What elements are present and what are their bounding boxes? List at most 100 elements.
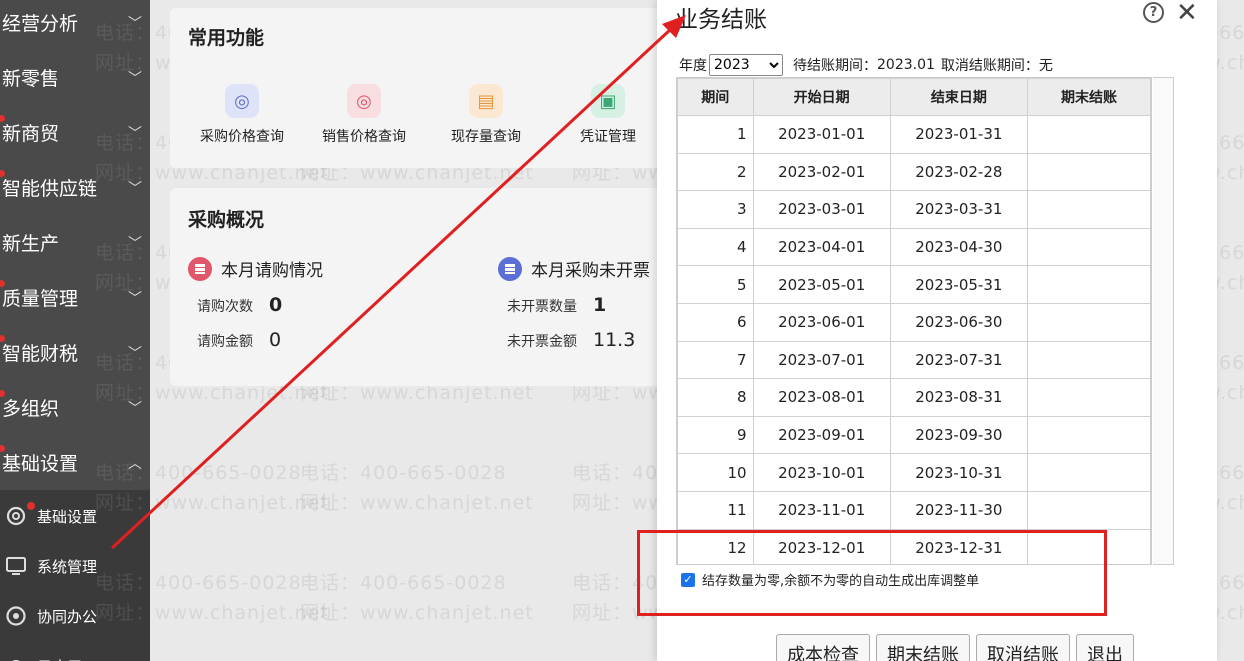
sidebar-item-8[interactable]: 基础设置 ︿: [0, 435, 150, 490]
table-cell-period: 8: [677, 378, 754, 417]
closing-toolbar: 年度 2023 待结账期间： 2023.01 取消结账期间： 无: [679, 54, 1053, 76]
purchase-overview-card: 采购概况 本月请购情况 请购次数 0 请购金额 0 本月采购未开票 未开票数量 1 未开票金额 1…: [170, 188, 660, 386]
table-row[interactable]: 8 2023-08-01 2023-08-31: [677, 378, 1151, 417]
table-cell-period: 9: [677, 415, 754, 455]
submenu-item-2[interactable]: 协同办公: [0, 592, 150, 640]
cancel-close-button[interactable]: 取消结账: [976, 634, 1070, 661]
table-cell-period: 4: [677, 227, 754, 267]
gear-icon: [2, 502, 30, 530]
stat-value: 0: [269, 329, 282, 351]
column-header[interactable]: 期间: [677, 78, 754, 116]
sidebar-item-1[interactable]: 新零售 ﹀: [0, 50, 150, 105]
sidebar-item-label: 新零售: [2, 68, 60, 90]
shortcut-label: 采购价格查询: [200, 129, 284, 145]
stat-row: 请购次数 0: [197, 294, 282, 316]
stat-row: 未开票金额 11.3: [507, 329, 635, 351]
sidebar-item-label: 新生产: [2, 233, 60, 255]
submenu-item-1[interactable]: 系统管理: [0, 542, 150, 590]
stat-section-title: 本月请购情况: [221, 261, 323, 281]
table-cell-start: 2023-06-01: [752, 302, 891, 342]
shortcut-0[interactable]: ◎ 采购价格查询: [187, 84, 297, 146]
shortcut-1[interactable]: ◎ 销售价格查询: [309, 84, 419, 146]
shortcut-label: 销售价格查询: [322, 129, 406, 145]
table-cell-end: 2023-05-31: [889, 265, 1028, 304]
stat-key: 请购金额: [197, 334, 253, 350]
table-cell-end: 2023-04-30: [889, 227, 1028, 267]
sidebar-item-5[interactable]: 质量管理 ﹀: [0, 270, 150, 325]
exit-button[interactable]: 退出: [1076, 634, 1134, 661]
annotation-highlight-box: [637, 530, 1107, 616]
close-icon[interactable]: ✕: [1176, 0, 1198, 28]
cost-check-button[interactable]: 成本检查: [776, 634, 870, 661]
table-row[interactable]: 1 2023-01-01 2023-01-31: [677, 115, 1151, 154]
sidebar-item-2[interactable]: 新商贸 ﹀: [0, 105, 150, 160]
year-select[interactable]: 2023: [709, 54, 783, 76]
shortcut-3[interactable]: ▣ 凭证管理: [553, 84, 663, 146]
table-row[interactable]: 2 2023-02-01 2023-02-28: [677, 152, 1151, 192]
table-row[interactable]: 10 2023-10-01 2023-10-31: [677, 453, 1151, 492]
column-header[interactable]: 开始日期: [752, 78, 891, 116]
sidebar-item-4[interactable]: 新生产 ﹀: [0, 215, 150, 270]
dialog-buttons: 成本检查 期末结账 取消结账 退出: [776, 634, 1140, 661]
sidebar-item-label: 基础设置: [2, 453, 79, 475]
table-row[interactable]: 4 2023-04-01 2023-04-30: [677, 227, 1151, 267]
pending-period-value: 2023.01: [877, 57, 935, 73]
table-cell-period: 3: [677, 190, 754, 229]
stat-value: 11.3: [593, 329, 636, 351]
submenu-item-3[interactable]: 云应用: [0, 642, 150, 661]
stat-value: 1: [593, 294, 607, 316]
help-icon[interactable]: ?: [1143, 2, 1164, 23]
shortcut-2[interactable]: ▤ 现存量查询: [431, 84, 541, 146]
submenu-item-label: 协同办公: [37, 607, 98, 626]
sidebar-item-0[interactable]: 经营分析 ﹀: [0, 0, 150, 50]
table-cell-closed: [1026, 340, 1151, 380]
table-cell-end: 2023-01-31: [889, 115, 1028, 154]
table-cell-period: 2: [677, 152, 754, 192]
sidebar: 经营分析 ﹀ 新零售 ﹀ 新商贸 ﹀ 智能供应链 ﹀ 新生产 ﹀ 质量管理 ﹀ 智能财税 ﹀ 多组织 ﹀ 基础设…: [0, 0, 150, 661]
sidebar-item-7[interactable]: 多组织 ﹀: [0, 380, 150, 435]
watermark-phone: 电话：400-665-0028: [300, 572, 507, 594]
sidebar-item-3[interactable]: 智能供应链 ﹀: [0, 160, 150, 215]
table-row[interactable]: 3 2023-03-01 2023-03-31: [677, 190, 1151, 229]
column-header[interactable]: 期末结账: [1026, 78, 1151, 116]
table-cell-closed: [1026, 453, 1151, 492]
table-row[interactable]: 5 2023-05-01 2023-05-31: [677, 265, 1151, 304]
table-cell-end: 2023-08-31: [889, 378, 1028, 417]
chevron-down-icon: ﹀: [128, 180, 142, 197]
chevron-down-icon: ﹀: [128, 125, 142, 142]
table-cell-closed: [1026, 190, 1151, 229]
sidebar-item-6[interactable]: 智能财税 ﹀: [0, 325, 150, 380]
table-cell-start: 2023-09-01: [752, 415, 891, 455]
submenu-item-label: 基础设置: [37, 507, 98, 526]
chat-icon: [2, 602, 30, 630]
table-cell-start: 2023-05-01: [752, 265, 891, 304]
common-functions-title: 常用功能: [188, 27, 265, 49]
shortcut-label: 现存量查询: [451, 129, 521, 145]
table-row[interactable]: 6 2023-06-01 2023-06-30: [677, 302, 1151, 342]
monitor-icon: [2, 552, 30, 580]
table-cell-start: 2023-08-01: [752, 378, 891, 417]
table-scrollbar[interactable]: [1153, 77, 1174, 565]
table-row[interactable]: 9 2023-09-01 2023-09-30: [677, 415, 1151, 455]
sidebar-item-label: 经营分析: [2, 13, 79, 35]
column-header[interactable]: 结束日期: [889, 78, 1028, 116]
watermark-site: 网址：www.chanjet.net: [300, 492, 534, 514]
table-cell-end: 2023-06-30: [889, 302, 1028, 342]
table-cell-period: 10: [677, 453, 754, 492]
chevron-up-icon: ︿: [128, 455, 142, 472]
stat-row: 请购金额 0: [197, 329, 281, 351]
cancel-period-label: 取消结账期间：: [940, 58, 1039, 74]
table-cell-end: 2023-07-31: [889, 340, 1028, 380]
sidebar-item-label: 智能供应链: [2, 178, 98, 200]
sidebar-submenu: 基础设置系统管理协同办公云应用: [0, 490, 150, 661]
table-row[interactable]: 7 2023-07-01 2023-07-31: [677, 340, 1151, 380]
table-cell-closed: [1026, 152, 1151, 192]
submenu-item-0[interactable]: 基础设置: [0, 492, 150, 540]
chevron-down-icon: ﹀: [128, 290, 142, 307]
table-cell-end: 2023-11-30: [889, 490, 1028, 530]
sidebar-item-label: 智能财税: [2, 343, 79, 365]
dialog-title: 业务结账: [675, 7, 767, 33]
shortcut-icon: ◎: [225, 84, 259, 118]
table-row[interactable]: 11 2023-11-01 2023-11-30: [677, 490, 1151, 530]
period-close-button[interactable]: 期末结账: [876, 634, 970, 661]
